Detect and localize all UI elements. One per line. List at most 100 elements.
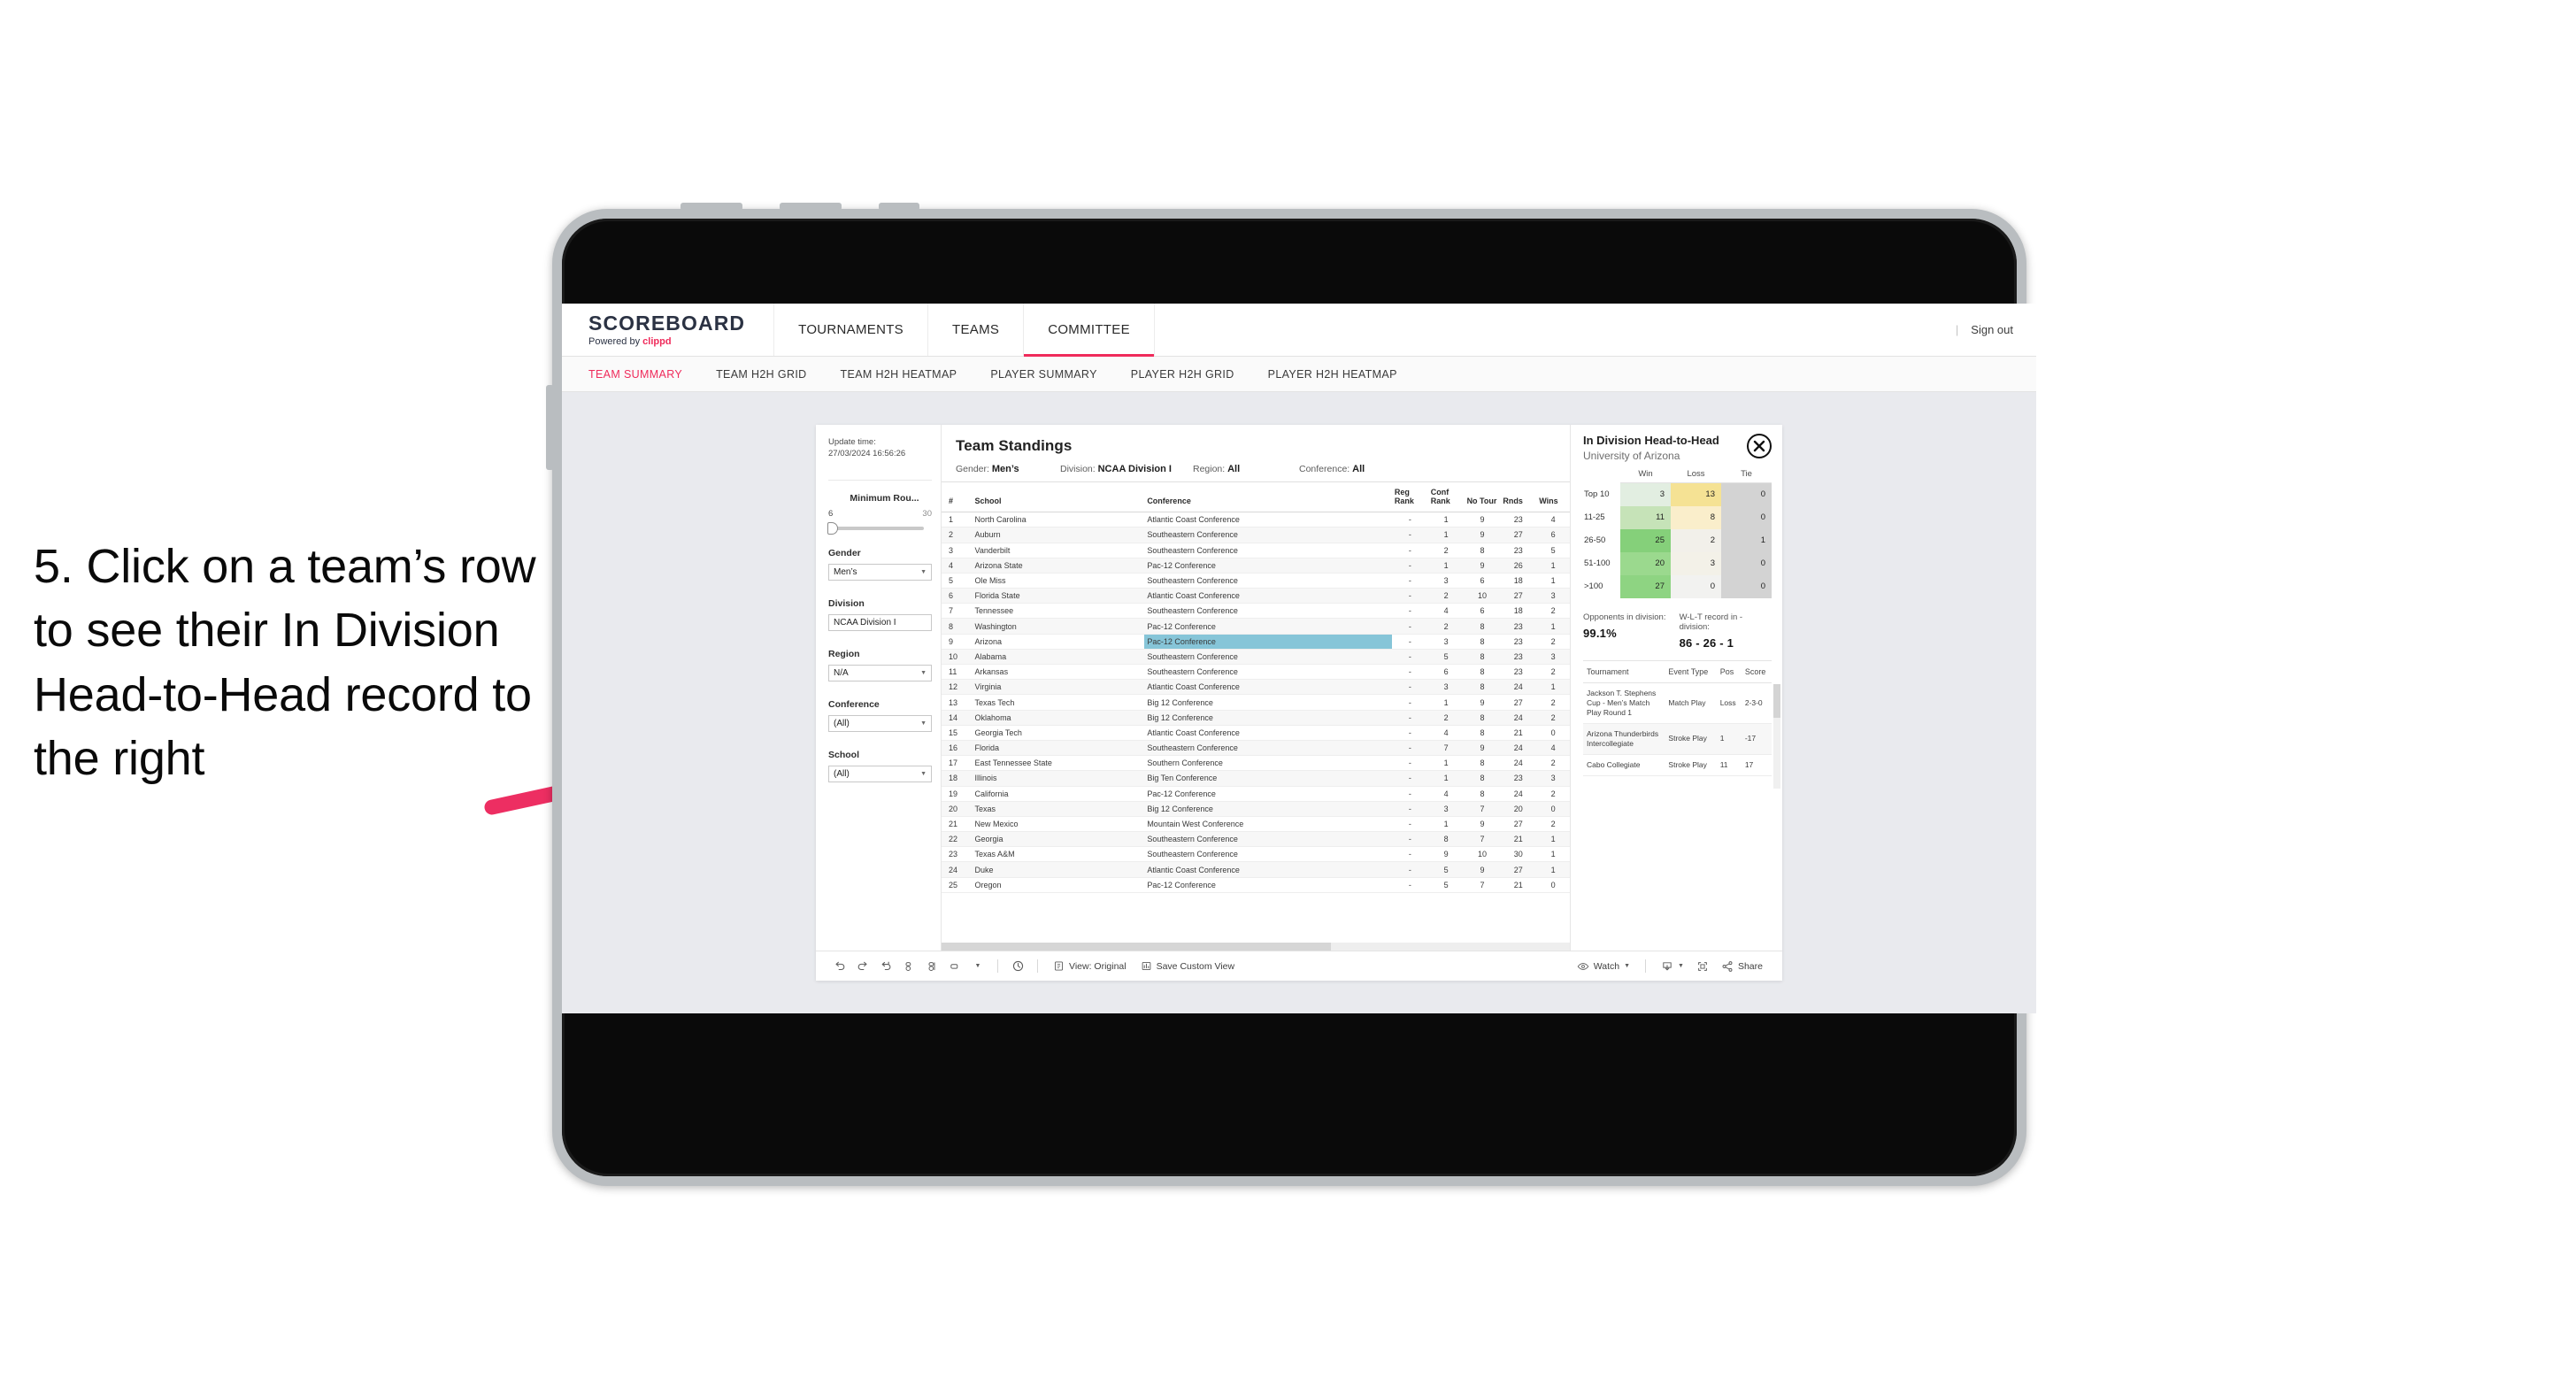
- table-row[interactable]: 18 Illinois Big Ten Conference -1 8 23 3: [942, 770, 1570, 787]
- list-item[interactable]: Jackson T. Stephens Cup - Men’s Match Pl…: [1583, 682, 1772, 724]
- cell-conf-rank[interactable]: 1: [1427, 755, 1465, 772]
- cell-no-tour[interactable]: 8: [1464, 755, 1501, 772]
- cell-reg-rank[interactable]: -: [1391, 786, 1428, 802]
- cell-wins[interactable]: 2: [1536, 664, 1570, 681]
- cell-rank[interactable]: 4: [942, 558, 973, 574]
- cell-conference[interactable]: Pac-12 Conference: [1144, 786, 1392, 802]
- table-row[interactable]: 10 Alabama Southeastern Conference -5 8 23 3: [942, 649, 1570, 666]
- h2h-cell-win[interactable]: 20: [1620, 551, 1671, 575]
- cell-rnds[interactable]: 23: [1500, 512, 1537, 528]
- cell-no-tour[interactable]: 7: [1464, 831, 1501, 848]
- cell-rnds[interactable]: 24: [1500, 755, 1537, 772]
- table-row[interactable]: 24 Duke Atlantic Coast Conference -5 9 27 1: [942, 861, 1570, 878]
- cell-school[interactable]: Oklahoma: [972, 710, 1145, 726]
- cell-school[interactable]: Washington: [972, 618, 1145, 635]
- col-tournament[interactable]: Tournament: [1583, 660, 1665, 683]
- cell-rnds[interactable]: 18: [1500, 573, 1537, 589]
- table-row[interactable]: 7 Tennessee Southeastern Conference -4 6 18 2: [942, 603, 1570, 620]
- cell-rank[interactable]: 18: [942, 770, 973, 787]
- cell-rnds[interactable]: 23: [1500, 770, 1537, 787]
- cell-reg-rank[interactable]: -: [1391, 770, 1428, 787]
- cell-school[interactable]: Duke: [972, 861, 1145, 878]
- cell-wins[interactable]: 0: [1536, 877, 1570, 893]
- cell-wins[interactable]: 2: [1536, 603, 1570, 620]
- cell-reg-rank[interactable]: -: [1391, 740, 1428, 757]
- cell-school[interactable]: New Mexico: [972, 816, 1145, 833]
- cell-reg-rank[interactable]: -: [1391, 831, 1428, 848]
- cell-conf-rank[interactable]: 3: [1427, 679, 1465, 696]
- cell-no-tour[interactable]: 6: [1464, 603, 1501, 620]
- table-row[interactable]: 20 Texas Big 12 Conference -3 7 20 0: [942, 801, 1570, 817]
- cell-reg-rank[interactable]: -: [1391, 634, 1428, 650]
- table-row[interactable]: 16 Florida Southeastern Conference -7 9 24 4: [942, 740, 1570, 757]
- nav-committee[interactable]: COMMITTEE: [1024, 304, 1155, 357]
- subtab-player-h2h-grid[interactable]: PLAYER H2H GRID: [1131, 368, 1234, 381]
- cell-conf-rank[interactable]: 2: [1427, 543, 1465, 558]
- cell-wins[interactable]: 2: [1536, 755, 1570, 772]
- cell-no-tour[interactable]: 8: [1464, 710, 1501, 726]
- col-conf-rank[interactable]: Conf Rank: [1427, 481, 1465, 513]
- h2h-cell-tie[interactable]: 0: [1721, 482, 1772, 506]
- cell-school[interactable]: Illinois: [972, 770, 1145, 787]
- cell-wins[interactable]: 3: [1536, 649, 1570, 666]
- col-wins[interactable]: Wins: [1536, 481, 1570, 513]
- table-row[interactable]: 15 Georgia Tech Atlantic Coast Conference -…: [942, 725, 1570, 741]
- table-row[interactable]: 9 Arizona Pac-12 Conference -3 8 23 2: [942, 634, 1570, 650]
- h2h-cell-loss[interactable]: 2: [1671, 528, 1721, 552]
- col-pos[interactable]: Pos: [1716, 660, 1742, 683]
- cell-rnds[interactable]: 27: [1500, 861, 1537, 878]
- cell-school[interactable]: Tennessee: [972, 603, 1145, 620]
- h2h-cell-win[interactable]: 27: [1620, 574, 1671, 598]
- col-rank[interactable]: #: [942, 481, 973, 513]
- cell-school[interactable]: North Carolina: [972, 512, 1145, 528]
- cell-reg-rank[interactable]: -: [1391, 877, 1428, 893]
- h2h-cell-loss[interactable]: 13: [1671, 482, 1721, 506]
- table-row[interactable]: 13 Texas Tech Big 12 Conference -1 9 27 2: [942, 694, 1570, 711]
- cell-rnds[interactable]: 27: [1500, 527, 1537, 543]
- cell-wins[interactable]: 3: [1536, 588, 1570, 604]
- h2h-cell-tie[interactable]: 1: [1721, 528, 1772, 552]
- cell-rank[interactable]: 9: [942, 634, 973, 650]
- h2h-cell-loss[interactable]: 3: [1671, 551, 1721, 575]
- cell-school[interactable]: Georgia Tech: [972, 725, 1145, 741]
- subtab-player-summary[interactable]: PLAYER SUMMARY: [990, 368, 1096, 381]
- list-item[interactable]: Cabo Collegiate Stroke Play 11 17: [1583, 754, 1772, 776]
- cell-conference[interactable]: Pac-12 Conference: [1144, 558, 1392, 574]
- nav-tournaments[interactable]: TOURNAMENTS: [774, 304, 928, 356]
- cell-school[interactable]: Georgia: [972, 831, 1145, 848]
- shape-icon[interactable]: [943, 955, 966, 978]
- cell-conference[interactable]: Atlantic Coast Conference: [1144, 512, 1392, 528]
- cell-school[interactable]: Oregon: [972, 877, 1145, 893]
- table-row[interactable]: 4 Arizona State Pac-12 Conference -1 9 26 1: [942, 558, 1570, 574]
- cell-conf-rank[interactable]: 1: [1427, 770, 1465, 787]
- close-icon[interactable]: [1747, 434, 1772, 458]
- cell-school[interactable]: Florida: [972, 740, 1145, 757]
- h2h-cell-win[interactable]: 3: [1620, 482, 1671, 506]
- cell-wins[interactable]: 1: [1536, 846, 1570, 863]
- cell-conf-rank[interactable]: 5: [1427, 877, 1465, 893]
- table-row[interactable]: 21 New Mexico Mountain West Conference -1 9 2…: [942, 816, 1570, 833]
- table-row[interactable]: 11 Arkansas Southeastern Conference -6 8 23 2: [942, 664, 1570, 681]
- cell-reg-rank[interactable]: -: [1391, 543, 1428, 558]
- cell-rank[interactable]: 25: [942, 877, 973, 893]
- cell-conf-rank[interactable]: 1: [1427, 527, 1465, 543]
- cell-no-tour[interactable]: 8: [1464, 634, 1501, 650]
- cell-conf-rank[interactable]: 2: [1427, 588, 1465, 604]
- cell-school[interactable]: Vanderbilt: [972, 543, 1145, 558]
- h2h-cell-tie[interactable]: 0: [1721, 505, 1772, 529]
- cell-wins[interactable]: 1: [1536, 679, 1570, 696]
- cell-no-tour[interactable]: 9: [1464, 861, 1501, 878]
- cell-rank[interactable]: 1: [942, 512, 973, 528]
- cell-rnds[interactable]: 27: [1500, 816, 1537, 833]
- cell-school[interactable]: Auburn: [972, 527, 1145, 543]
- cell-conf-rank[interactable]: 5: [1427, 861, 1465, 878]
- region-select[interactable]: N/A ▼: [828, 664, 932, 681]
- h2h-cell-tie[interactable]: 0: [1721, 551, 1772, 575]
- cell-rank[interactable]: 5: [942, 573, 973, 589]
- cell-conf-rank[interactable]: 1: [1427, 558, 1465, 574]
- cell-wins[interactable]: 0: [1536, 801, 1570, 817]
- cell-no-tour[interactable]: 8: [1464, 664, 1501, 681]
- download-button[interactable]: ▼: [1654, 955, 1691, 978]
- cell-reg-rank[interactable]: -: [1391, 664, 1428, 681]
- cell-conference[interactable]: Pac-12 Conference: [1144, 634, 1392, 650]
